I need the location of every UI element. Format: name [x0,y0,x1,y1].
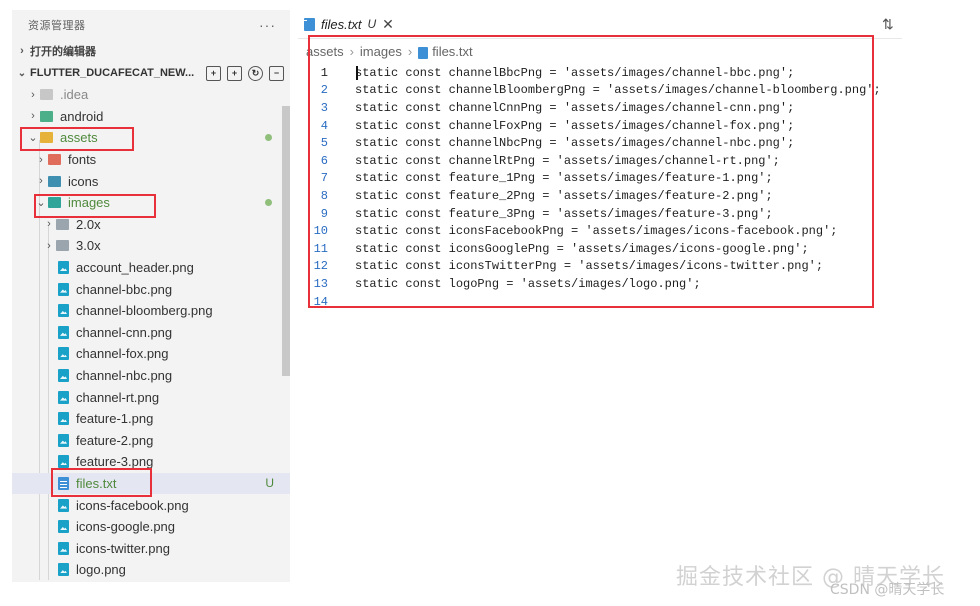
open-editors-label: 打开的编辑器 [30,46,96,58]
image-file-icon [58,282,69,296]
tree-item-label: icons-google.png [76,519,176,535]
android-folder-icon [40,110,53,122]
image-file-icon [58,390,69,404]
close-icon[interactable]: ✕ [382,16,394,33]
highlight-files-txt [51,468,152,497]
image-file-icon [58,412,69,426]
explorer-header: 资源管理器 ··· [12,10,290,40]
tree-item-file[interactable]: icons-google.png [12,516,290,538]
tree-item-file[interactable]: account_header.png [12,257,290,279]
image-file-icon [58,261,69,275]
tree-item-label: icons-twitter.png [76,540,170,556]
tree-item-label: feature-1.png [76,411,154,427]
chevron-right-icon: › [39,153,43,166]
tree-item-idea[interactable]: › .idea [12,84,290,106]
project-root[interactable]: ⌄ FLUTTER_DUCAFECAT_NEW... + + ↻ − [12,62,290,84]
tree-item-3x[interactable]: › 3.0x [12,235,290,257]
new-file-icon[interactable]: + [206,65,221,81]
image-file-icon [58,520,69,534]
project-title: FLUTTER_DUCAFECAT_NEW... [30,67,195,79]
tree-item-file[interactable]: channel-rt.png [12,386,290,408]
tree-item-fonts[interactable]: › fonts [12,149,290,171]
image-file-icon [58,369,69,383]
highlight-code [308,35,874,308]
tree-item-label: logo.png [76,562,126,578]
image-file-icon [58,541,69,555]
tab-files-txt[interactable]: files.txt U ✕ [298,10,400,38]
tree-item-file[interactable]: channel-bloomberg.png [12,300,290,322]
image-file-icon [58,325,69,339]
tree-item-label: channel-bloomberg.png [76,303,213,319]
tree-item-label: android [60,108,104,124]
tree-item-icons[interactable]: › icons [12,170,290,192]
tree-item-label: icons-facebook.png [76,497,189,513]
image-file-icon [58,563,69,577]
tree-item-label: channel-bbc.png [76,281,173,297]
tree-item-file[interactable]: feature-1.png [12,408,290,430]
project-actions: + + ↻ − [206,65,284,81]
tree-item-file[interactable]: channel-fox.png [12,343,290,365]
tree-item-label: icons [68,173,99,189]
tree-item-file[interactable]: icons-facebook.png [12,494,290,516]
icons-folder-icon [48,175,61,187]
explorer-title: 资源管理器 [28,20,86,32]
image-file-icon [58,304,69,318]
untracked-badge: U [265,476,274,491]
tree-item-label: 3.0x [76,238,101,254]
tree-item-label: channel-rt.png [76,389,160,405]
image-file-icon [58,347,69,361]
chevron-down-icon: ⌄ [17,67,27,79]
chevron-right-icon: › [31,110,35,123]
tree-item-label: channel-cnn.png [76,324,173,340]
tree-item-file[interactable]: channel-nbc.png [12,365,290,387]
image-file-icon [58,498,69,512]
tab-status: U [367,17,377,31]
tree-item-file[interactable]: channel-cnn.png [12,322,290,344]
refresh-icon[interactable]: ↻ [248,65,263,81]
image-file-icon [58,433,69,447]
new-folder-icon[interactable]: + [227,65,242,81]
folder-icon [40,89,53,101]
compare-changes-icon[interactable]: ⇅ [882,16,894,33]
tree-item-label: .idea [60,87,89,103]
tree-item-label: 2.0x [76,216,101,232]
more-actions-icon[interactable]: ··· [259,17,276,33]
tree-item-label: channel-nbc.png [76,368,173,384]
collapse-all-icon[interactable]: − [269,65,284,81]
tree-item-file[interactable]: logo.png [12,559,290,581]
tree-item-label: account_header.png [76,260,194,276]
chevron-right-icon: › [47,239,51,252]
modified-dot [265,134,272,142]
folder-icon [56,218,69,230]
chevron-right-icon: › [39,175,43,188]
tab-label: files.txt [321,16,362,32]
tree-item-file[interactable]: feature-2.png [12,430,290,452]
tree-item-label: fonts [68,152,97,168]
highlight-images [34,194,156,218]
tree-item-file[interactable]: channel-bbc.png [12,278,290,300]
open-editors-section[interactable]: › 打开的编辑器 [12,40,290,62]
chevron-right-icon: › [31,88,35,101]
fonts-folder-icon [48,154,61,166]
tree-item-android[interactable]: › android [12,106,290,128]
tree-item-label: channel-fox.png [76,346,169,362]
folder-icon [56,240,69,252]
image-file-icon [58,455,69,469]
chevron-right-icon: › [20,45,24,57]
highlight-assets [20,127,134,151]
sidebar-scrollbar[interactable] [282,106,290,376]
chevron-right-icon: › [47,218,51,231]
text-file-icon [304,17,315,31]
modified-dot [265,199,272,207]
tree-item-file[interactable]: icons-twitter.png [12,537,290,559]
tree-item-label: feature-2.png [76,432,154,448]
watermark-csdn: CSDN @晴天学长 [830,582,945,598]
